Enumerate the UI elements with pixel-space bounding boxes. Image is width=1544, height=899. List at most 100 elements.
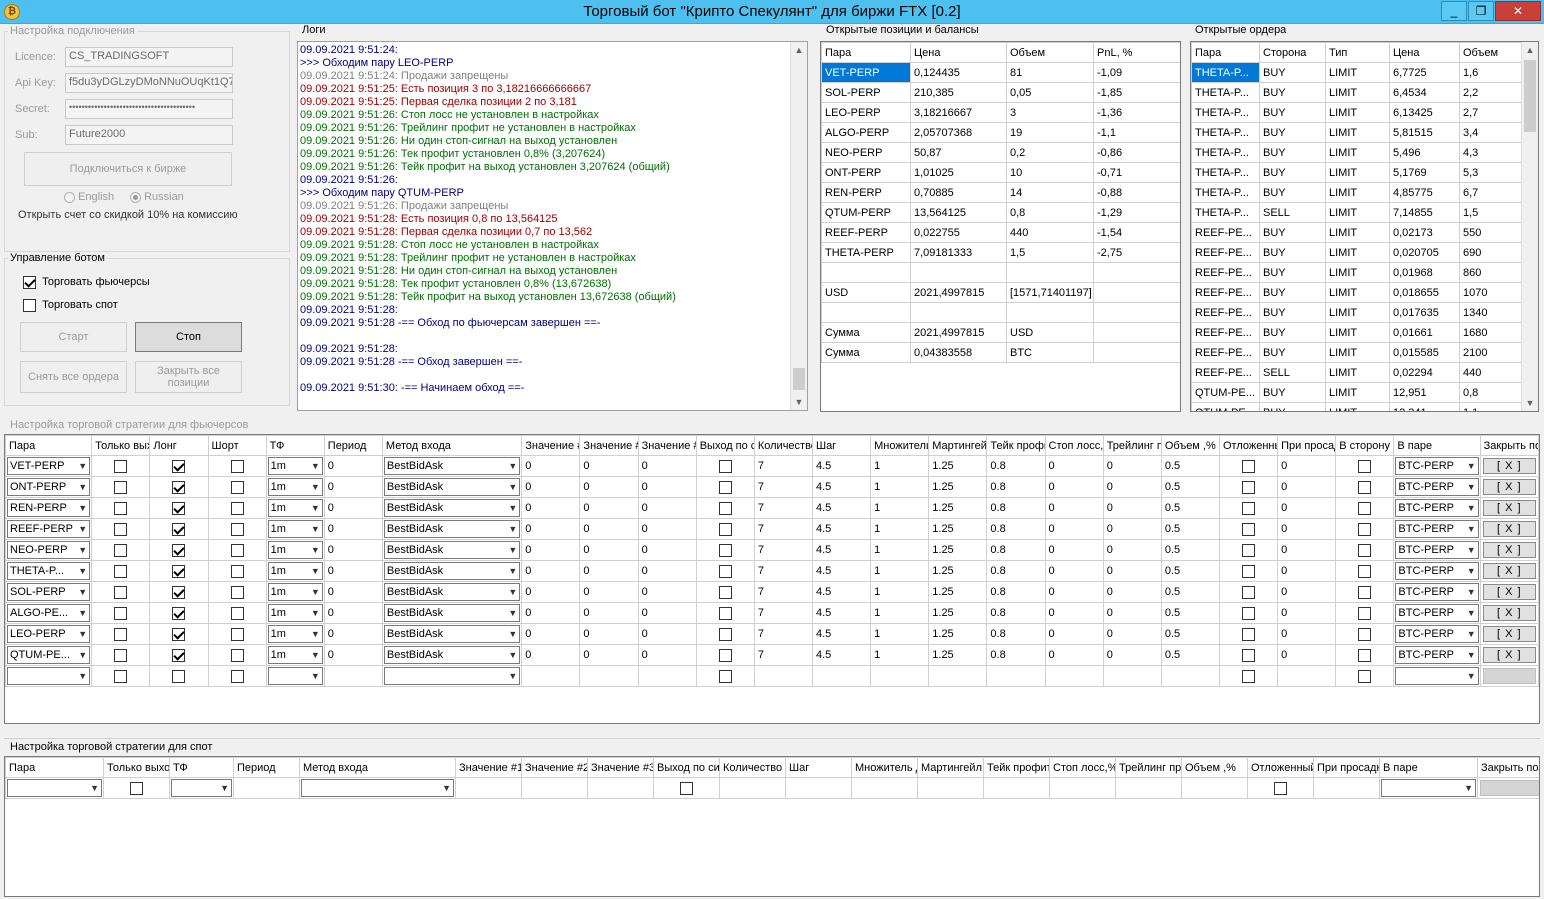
value2-cell[interactable]: 0 [579,518,639,540]
value3-cell[interactable]: 0 [637,623,697,645]
value-cell[interactable] [579,665,639,687]
timeframe-cell[interactable]: ▼ [265,665,325,687]
exit-only-cell[interactable] [91,497,151,519]
chevron-down-icon[interactable]: ▼ [311,503,320,513]
step-cell[interactable]: 4.5 [811,497,872,519]
spot-col-header[interactable]: Период [233,757,300,778]
volume-cell[interactable]: 0.5 [1160,581,1220,603]
long-checkbox[interactable] [172,459,186,473]
exit-only-checkbox[interactable] [114,585,128,599]
short-cell[interactable] [207,581,267,603]
param-cell[interactable] [870,665,930,687]
exit-only-checkbox[interactable] [114,606,128,620]
positions-col-header[interactable]: Пара [821,42,911,63]
chevron-down-icon[interactable]: ▼ [508,608,517,618]
period-cell[interactable]: 0 [323,602,383,624]
scroll-up-icon[interactable]: ▲ [791,42,807,58]
futures-col-header[interactable]: Стоп лосс,% [1044,435,1104,456]
spot-col-header[interactable]: Только выход [103,757,170,778]
positions-row[interactable] [821,302,1180,323]
entry-method-cell[interactable]: ▼ [299,777,456,799]
timeframe-cell[interactable]: 1m ▼ [265,644,325,666]
step-cell[interactable]: 4.5 [811,644,872,666]
volume-cell[interactable]: 0.5 [1160,623,1220,645]
signal-exit-cell[interactable] [695,665,755,687]
chevron-down-icon[interactable]: ▼ [1467,587,1476,597]
paired-with-dropdown[interactable]: BTC-PERP ▼ [1395,478,1479,496]
take-profit-cell[interactable]: 0.8 [986,518,1046,540]
trade-side-cell[interactable] [1335,602,1395,624]
long-cell[interactable] [149,602,209,624]
orders-row[interactable]: QTUM-PE...BUYLIMIT12,3411,1 [1191,402,1523,411]
trade-side-checkbox[interactable] [1358,606,1372,620]
exit-only-checkbox[interactable] [114,480,128,494]
value1-cell[interactable]: 0 [521,476,581,498]
exit-only-checkbox[interactable] [114,564,128,578]
drawdown-cell[interactable] [1277,665,1337,687]
futures-col-header[interactable]: Только выход [91,435,151,456]
param-cell[interactable] [983,777,1050,799]
period-cell[interactable]: 0 [323,581,383,603]
long-checkbox[interactable] [172,564,186,578]
value3-cell[interactable]: 0 [637,581,697,603]
buyin-count-cell[interactable]: 7 [753,518,813,540]
period-cell[interactable]: 0 [323,476,383,498]
signal-exit-checkbox[interactable] [718,606,732,620]
timeframe-dropdown[interactable]: 1m ▼ [267,604,323,622]
futures-strategy-grid[interactable]: ПараТолько выходЛонгШортТФПериодМетод вх… [4,434,1540,724]
short-checkbox[interactable] [230,669,244,683]
orders-row[interactable]: THETA-P... BUY LIMIT 6,13425 2,7 [1191,102,1523,123]
close-position-cell[interactable] [1477,777,1539,799]
futures-col-header[interactable]: Количество докупок [753,435,813,456]
close-position-button[interactable] [1480,780,1539,796]
start-button[interactable]: Старт [20,322,127,352]
chevron-down-icon[interactable]: ▼ [311,545,320,555]
trailing-profit-cell[interactable]: 0 [1102,518,1162,540]
futures-row[interactable]: REN-PERP ▼ 1m ▼ 0 BestBidAsk ▼ 0 0 0 7 4.5 1 1.25 0.8 0… [5,497,1539,519]
signal-exit-checkbox[interactable] [718,585,732,599]
futures-row[interactable]: ALGO-PE... ▼ 1m ▼ 0 BestBidAsk ▼ 0 0 0 7 4.5 1 1.25 0.… [5,602,1539,624]
futures-row[interactable]: NEO-PERP ▼ 1m ▼ 0 BestBidAsk ▼ 0 0 0 7 4.5 1 1.25 0.8 0… [5,539,1539,561]
signal-exit-checkbox[interactable] [718,543,732,557]
period-cell[interactable]: 0 [323,518,383,540]
exit-only-cell[interactable] [91,518,151,540]
value3-cell[interactable]: 0 [637,476,697,498]
trade-side-cell[interactable] [1335,497,1395,519]
close-position-button[interactable]: [ X ] [1482,521,1536,537]
drawdown-cell[interactable]: 0 [1277,560,1337,582]
step-cell[interactable]: 4.5 [811,539,872,561]
deferred-entry-cell[interactable] [1218,497,1279,519]
signal-exit-checkbox[interactable] [718,648,732,662]
pair-dropdown[interactable]: ▼ [7,779,102,797]
buyin-multiplier-cell[interactable]: 1 [870,518,930,540]
deferred-entry-cell[interactable] [1218,560,1279,582]
futures-row[interactable]: VET-PERP ▼ 1m ▼ 0 BestBidAsk ▼ 0 0 0 7 4.5 1 1.25 0.8 0… [5,455,1539,477]
timeframe-cell[interactable]: 1m ▼ [265,539,325,561]
paired-with-cell[interactable]: BTC-PERP ▼ [1393,455,1481,477]
chevron-down-icon[interactable]: ▼ [78,524,87,534]
chevron-down-icon[interactable]: ▼ [508,503,517,513]
trade-side-checkbox[interactable] [1358,627,1372,641]
exit-only-checkbox[interactable] [114,459,128,473]
param-cell[interactable] [719,777,786,799]
close-position-cell[interactable]: [ X ] [1479,455,1539,477]
buyin-count-cell[interactable]: 7 [753,644,813,666]
entry-method-cell[interactable]: BestBidAsk ▼ [381,560,523,582]
orders-grid[interactable]: Пара Сторона Тип Цена Объем THETA-P... BUY LIMI… [1190,41,1539,412]
volume-cell[interactable]: 0.5 [1160,539,1220,561]
value1-cell[interactable]: 0 [521,518,581,540]
chevron-down-icon[interactable]: ▼ [1467,461,1476,471]
futures-row[interactable]: SOL-PERP ▼ 1m ▼ 0 BestBidAsk ▼ 0 0 0 7 4.5 1 1.25 0.8 0… [5,581,1539,603]
take-profit-cell[interactable]: 0.8 [986,497,1046,519]
paired-with-dropdown[interactable]: ▼ [1381,779,1476,797]
entry-method-dropdown[interactable]: BestBidAsk ▼ [383,541,521,559]
martingale-cell[interactable]: 1.25 [928,497,988,519]
pair-cell[interactable]: LEO-PERP ▼ [5,623,93,645]
deferred-entry-cell[interactable] [1218,581,1279,603]
take-profit-cell[interactable]: 0.8 [986,539,1046,561]
exit-only-checkbox[interactable] [130,781,143,795]
long-checkbox[interactable] [172,543,186,557]
trade-side-cell[interactable] [1335,476,1395,498]
futures-col-header[interactable]: Значение #3 [637,435,697,456]
close-position-button[interactable]: [ X ] [1482,626,1536,642]
